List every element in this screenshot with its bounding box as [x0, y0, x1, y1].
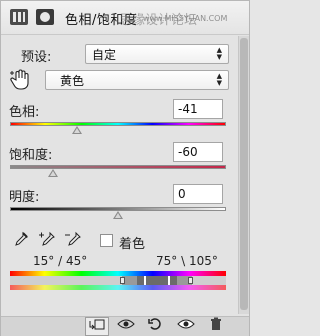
eyedropper-icon[interactable]	[13, 231, 29, 250]
range-handle-right[interactable]	[168, 276, 170, 285]
delete-icon[interactable]	[204, 317, 228, 336]
hue-slider-track[interactable]	[10, 122, 226, 126]
range-left-readout: 15° / 45°	[33, 254, 88, 268]
layer-mask-icon[interactable]	[35, 8, 55, 26]
preset-value: 自定	[92, 48, 117, 62]
range-falloff-handle-left[interactable]	[120, 277, 125, 284]
lightness-input[interactable]: 0	[173, 184, 223, 204]
hue-label: 色相:	[9, 105, 40, 120]
eyedropper-subtract-icon[interactable]	[64, 231, 82, 250]
channel-value: 黄色	[60, 74, 85, 88]
range-falloff-handle-right[interactable]	[188, 277, 193, 284]
updown-arrows-icon: ▲ ▼	[216, 72, 222, 87]
eyedropper-add-icon[interactable]	[38, 231, 56, 250]
watermark-url: www.MISSYUAN.COM	[143, 14, 228, 23]
colorize-checkbox[interactable]	[100, 234, 113, 247]
preset-dropdown[interactable]: 自定 ▲ ▼	[85, 44, 229, 64]
hue-slider-thumb[interactable]	[71, 126, 82, 134]
channel-dropdown[interactable]: 黄色 ▲ ▼	[45, 70, 229, 90]
preset-label: 预设:	[21, 50, 52, 65]
saturation-slider-track[interactable]	[10, 165, 226, 169]
view-previous-icon[interactable]	[114, 317, 138, 336]
hue-input[interactable]: -41	[173, 99, 223, 119]
panel-scrollbar[interactable]	[238, 36, 249, 314]
updown-arrows-icon: ▲ ▼	[216, 46, 222, 61]
saturation-input[interactable]: -60	[173, 142, 223, 162]
clip-to-layer-icon[interactable]	[85, 317, 109, 336]
lightness-label: 明度:	[9, 190, 40, 205]
range-right-readout: 75° \ 105°	[156, 254, 218, 268]
adjustment-layer-icon[interactable]	[9, 8, 29, 26]
targeted-adjustment-hand-icon[interactable]	[9, 69, 33, 94]
scrollbar-thumb[interactable]	[240, 38, 248, 310]
saturation-label: 饱和度:	[9, 148, 53, 163]
range-slider-track[interactable]	[10, 276, 226, 285]
range-handle-left[interactable]	[144, 276, 146, 285]
visibility-icon[interactable]	[174, 317, 198, 336]
panel-header: 色相/饱和度 思缘设计论坛 www.MISSYUAN.COM	[1, 1, 249, 35]
reset-icon[interactable]	[143, 317, 167, 336]
colorize-label: 着色	[119, 237, 146, 252]
range-core-area	[137, 276, 177, 285]
saturation-slider-thumb[interactable]	[48, 169, 59, 177]
properties-panel: 色相/饱和度 思缘设计论坛 www.MISSYUAN.COM 预设: 自定 ▲ ▼…	[0, 0, 250, 336]
lightness-slider-thumb[interactable]	[113, 211, 123, 219]
panel-footer	[1, 316, 249, 336]
output-color-bar	[10, 285, 226, 290]
